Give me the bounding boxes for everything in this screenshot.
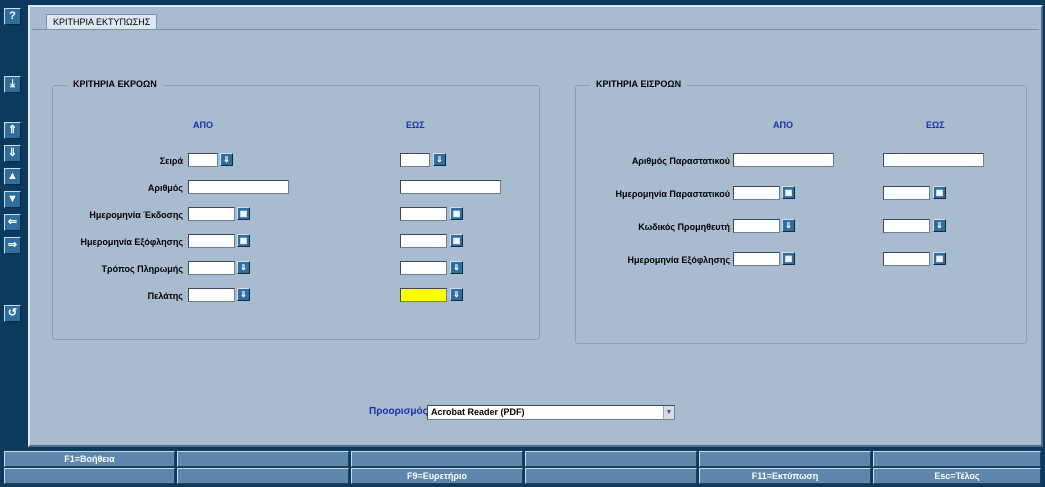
settlement-date-from-field[interactable] xyxy=(188,234,235,248)
download-icon[interactable]: ⤓ xyxy=(4,76,21,93)
chevron-down-icon[interactable]: ▼ xyxy=(663,406,674,419)
customer-to-lookup-icon[interactable]: ⇓ xyxy=(450,288,463,301)
issue-date-label: Ημερομηνία Έκδοσης xyxy=(89,210,183,220)
main-panel: ΚΡΙΤΗΡΙΑ ΕΚΤΥΠΩΣΗΣ ΚΡΙΤΗΡΙΑ ΕΚΡΟΩΝ ΑΠΟ Ε… xyxy=(28,5,1043,447)
back-arrow-icon[interactable]: ⇐ xyxy=(4,214,21,231)
number-to-field[interactable] xyxy=(400,180,501,194)
payment-method-to-lookup-icon[interactable]: ⇓ xyxy=(450,261,463,274)
fkey-r1-5[interactable] xyxy=(699,451,871,467)
document-date-from-calendar-icon[interactable]: ▦ xyxy=(782,186,795,199)
next-record-icon[interactable]: ▼ xyxy=(4,191,21,208)
previous-record-icon[interactable]: ▲ xyxy=(4,168,21,185)
inflow-settlement-date-from-field[interactable] xyxy=(733,252,780,266)
fkey-r2-4[interactable] xyxy=(525,468,697,484)
inflows-to-heading: ΕΩΣ xyxy=(926,120,945,130)
destination-label: Προορισμός xyxy=(369,406,428,417)
payment-method-from-lookup-icon[interactable]: ⇓ xyxy=(237,261,250,274)
inflows-group: ΚΡΙΤΗΡΙΑ ΕΙΣΡΟΩΝ ΑΠΟ ΕΩΣ Αριθμός Παραστα… xyxy=(575,79,1027,344)
customer-from-lookup-icon[interactable]: ⇓ xyxy=(237,288,250,301)
series-label: Σειρά xyxy=(159,156,183,166)
document-date-to-calendar-icon[interactable]: ▦ xyxy=(933,186,946,199)
fkey-r1-4[interactable] xyxy=(525,451,697,467)
return-icon[interactable]: ↺ xyxy=(4,305,21,322)
tab-divider xyxy=(32,29,1039,30)
inflow-settlement-date-label: Ημερομηνία Εξόφλησης xyxy=(627,255,730,265)
fkey-r2-1[interactable] xyxy=(4,468,175,484)
document-date-label: Ημερομηνία Παραστατικού xyxy=(615,189,730,199)
supplier-code-from-field[interactable] xyxy=(733,219,780,233)
destination-selected-value: Acrobat Reader (PDF) xyxy=(431,407,525,417)
function-key-bar: F1=Βοήθεια F9=Ευρετήριο F11=Εκτύπωση Esc… xyxy=(0,450,1045,487)
issue-date-from-calendar-icon[interactable]: ▦ xyxy=(237,207,250,220)
supplier-code-label: Κωδικός Προμηθευτή xyxy=(638,222,730,232)
supplier-code-to-field[interactable] xyxy=(883,219,930,233)
series-from-field[interactable] xyxy=(188,153,218,167)
supplier-code-to-lookup-icon[interactable]: ⇓ xyxy=(933,219,946,232)
fkey-r1-3[interactable] xyxy=(351,451,523,467)
settlement-date-label: Ημερομηνία Εξόφλησης xyxy=(80,237,183,247)
left-toolbar: ? ⤓ ⇑ ⇓ ▲ ▼ ⇐ ⇒ ↺ xyxy=(0,0,26,450)
payment-method-to-field[interactable] xyxy=(400,261,447,275)
page-down-icon[interactable]: ⇓ xyxy=(4,145,21,162)
issue-date-to-field[interactable] xyxy=(400,207,447,221)
inflows-from-heading: ΑΠΟ xyxy=(773,120,793,130)
first-record-icon[interactable]: ⇑ xyxy=(4,122,21,139)
tab-print-criteria[interactable]: ΚΡΙΤΗΡΙΑ ΕΚΤΥΠΩΣΗΣ xyxy=(46,14,158,30)
f1-help-button[interactable]: F1=Βοήθεια xyxy=(4,451,175,467)
customer-to-field[interactable] xyxy=(400,288,447,302)
supplier-code-from-lookup-icon[interactable]: ⇓ xyxy=(782,219,795,232)
number-label: Αριθμός xyxy=(147,183,183,193)
inflow-settlement-date-from-calendar-icon[interactable]: ▦ xyxy=(782,252,795,265)
fkey-r2-2[interactable] xyxy=(177,468,349,484)
destination-select[interactable]: Acrobat Reader (PDF) ▼ xyxy=(427,405,675,420)
document-date-from-field[interactable] xyxy=(733,186,780,200)
issue-date-from-field[interactable] xyxy=(188,207,235,221)
outflows-to-heading: ΕΩΣ xyxy=(406,120,425,130)
customer-label: Πελάτης xyxy=(147,291,183,301)
outflows-from-heading: ΑΠΟ xyxy=(193,120,213,130)
f9-index-button[interactable]: F9=Ευρετήριο xyxy=(351,468,523,484)
f11-print-button[interactable]: F11=Εκτύπωση xyxy=(699,468,871,484)
document-date-to-field[interactable] xyxy=(883,186,930,200)
number-from-field[interactable] xyxy=(188,180,289,194)
settlement-date-from-calendar-icon[interactable]: ▦ xyxy=(237,234,250,247)
inflows-title: ΚΡΙΤΗΡΙΑ ΕΙΣΡΟΩΝ xyxy=(590,79,688,89)
series-from-lookup-icon[interactable]: ⇓ xyxy=(220,153,233,166)
document-number-to-field[interactable] xyxy=(883,153,984,167)
payment-method-label: Τρόπος Πληρωμής xyxy=(101,264,184,274)
inflow-settlement-date-to-field[interactable] xyxy=(883,252,930,266)
customer-from-field[interactable] xyxy=(188,288,235,302)
document-number-label: Αριθμός Παραστατικού xyxy=(631,156,730,166)
series-to-field[interactable] xyxy=(400,153,430,167)
esc-exit-button[interactable]: Esc=Τέλος xyxy=(873,468,1041,484)
help-icon[interactable]: ? xyxy=(4,8,21,25)
settlement-date-to-calendar-icon[interactable]: ▦ xyxy=(450,234,463,247)
outflows-group: ΚΡΙΤΗΡΙΑ ΕΚΡΟΩΝ ΑΠΟ ΕΩΣ Σειρά ⇓ ⇓ Αριθμό… xyxy=(52,79,540,340)
series-to-lookup-icon[interactable]: ⇓ xyxy=(433,153,446,166)
fkey-r1-2[interactable] xyxy=(177,451,349,467)
outflows-title: ΚΡΙΤΗΡΙΑ ΕΚΡΟΩΝ xyxy=(67,79,163,89)
inflow-settlement-date-to-calendar-icon[interactable]: ▦ xyxy=(933,252,946,265)
settlement-date-to-field[interactable] xyxy=(400,234,447,248)
payment-method-from-field[interactable] xyxy=(188,261,235,275)
fkey-r1-6[interactable] xyxy=(873,451,1041,467)
forward-arrow-icon[interactable]: ⇒ xyxy=(4,237,21,254)
issue-date-to-calendar-icon[interactable]: ▦ xyxy=(450,207,463,220)
document-number-from-field[interactable] xyxy=(733,153,834,167)
